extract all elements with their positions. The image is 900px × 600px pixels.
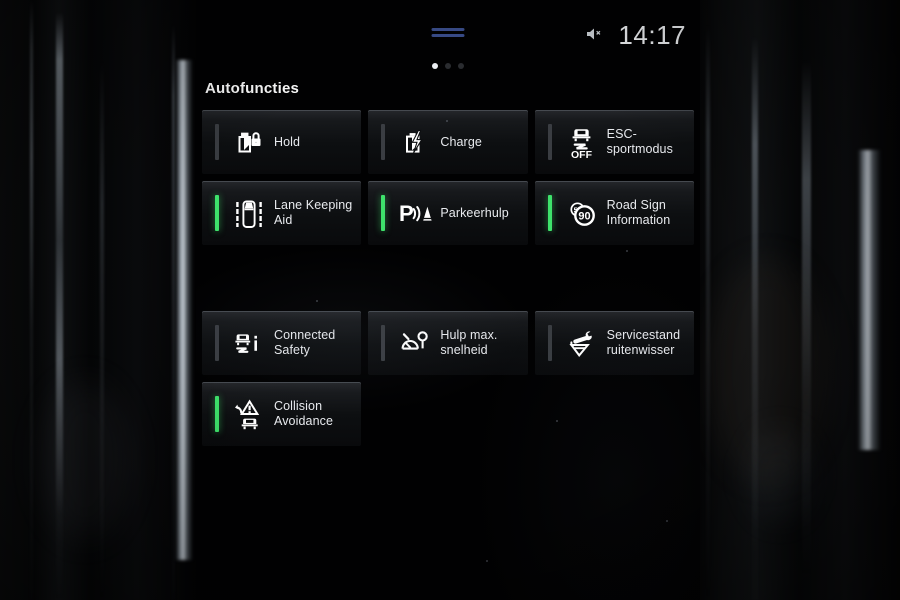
tile-label: Road Sign Information — [606, 198, 671, 227]
tile-label: Hold — [274, 134, 301, 149]
tile-label: Connected Safety — [274, 328, 336, 357]
speaker-mute-icon[interactable] — [586, 27, 602, 41]
tile-label: Charge — [440, 134, 482, 149]
park-assist-icon: P — [395, 193, 435, 233]
status-bar-indicator — [547, 325, 552, 361]
page-dot-1[interactable] — [432, 63, 438, 69]
tile-collision-avoidance[interactable]: Collision Avoidance — [202, 382, 361, 446]
tile-connected-safety[interactable]: Connected Safety — [202, 311, 362, 375]
svg-text:OFF: OFF — [571, 149, 593, 161]
svg-text:P: P — [399, 201, 414, 226]
status-bar-indicator — [215, 396, 219, 432]
clock: 14:17 — [618, 20, 686, 50]
tile-label: Hulp max. snelheid — [440, 328, 498, 357]
tile-parkeerhulp[interactable]: P Parkeerhulp — [368, 181, 528, 245]
tile-lane-keeping-aid[interactable]: Lane Keeping Aid — [202, 181, 362, 245]
tile-label: Parkeerhulp — [440, 205, 509, 220]
collision-avoidance-icon — [229, 394, 269, 434]
tile-hulp-max-snelheid[interactable]: Hulp max. snelheid — [368, 311, 528, 375]
drag-handle-icon[interactable] — [431, 28, 465, 40]
status-bar-indicator — [547, 195, 552, 231]
tile-label: Collision Avoidance — [274, 399, 334, 428]
dashboard-bezel-right — [690, 0, 900, 600]
infotainment-photo: 14:17 Autofuncties Hold Charge OFF ESC-s… — [0, 0, 900, 600]
tile-charge[interactable]: Charge — [368, 110, 528, 174]
wiper-service-icon — [562, 323, 602, 363]
tile-row-3: Connected Safety Hulp max. snelheid Serv… — [202, 311, 694, 375]
esc-off-icon: OFF — [562, 122, 602, 162]
status-bar-indicator — [215, 325, 219, 361]
svg-text:90: 90 — [578, 211, 590, 223]
tile-row-1: Hold Charge OFF ESC-sportmodus — [202, 110, 694, 174]
chrome-trim-left — [176, 60, 192, 560]
road-sign-90-icon: 50 90 — [562, 193, 602, 233]
page-title: Autofuncties — [205, 80, 300, 97]
tile-esc-sportmodus[interactable]: OFF ESC-sportmodus — [534, 110, 694, 174]
page-dot-3[interactable] — [458, 63, 464, 69]
lane-keeping-icon — [229, 193, 269, 233]
tile-road-sign-information[interactable]: 50 90 Road Sign Information — [534, 181, 694, 245]
page-indicator-dots[interactable] — [432, 63, 464, 69]
tile-row-2: Lane Keeping Aid P Parkeerhulp 90 Road S… — [202, 181, 694, 245]
function-tile-grid: Hold Charge OFF ESC-sportmodus Lane Keep… — [202, 110, 694, 453]
tile-servicestand-ruitenwisser[interactable]: Servicestand ruitenwisser — [534, 311, 694, 375]
status-bar-indicator — [381, 195, 386, 231]
tile-label: Lane Keeping Aid — [274, 198, 353, 227]
tile-empty-slot — [368, 382, 528, 446]
battery-lock-icon — [229, 122, 269, 162]
connected-safety-icon — [229, 323, 269, 363]
tile-empty-slot — [535, 382, 695, 446]
speed-limiter-icon — [395, 323, 435, 363]
status-bar-indicator — [215, 195, 219, 231]
status-bar-indicator — [215, 124, 219, 160]
tile-hold[interactable]: Hold — [202, 110, 362, 174]
page-dot-2[interactable] — [445, 63, 451, 69]
chrome-trim-right — [858, 150, 880, 450]
tile-label: ESC-sportmodus — [606, 127, 673, 156]
status-bar: 14:17 — [196, 0, 700, 60]
battery-charge-icon — [395, 122, 435, 162]
dashboard-bezel-left — [0, 0, 196, 600]
tile-label: Servicestand ruitenwisser — [606, 328, 681, 357]
status-bar-indicator — [381, 325, 386, 361]
status-bar-indicator — [381, 124, 386, 160]
infotainment-screen[interactable]: 14:17 Autofuncties Hold Charge OFF ESC-s… — [196, 0, 700, 600]
status-bar-indicator — [547, 124, 552, 160]
tile-row-4: Collision Avoidance — [202, 382, 694, 446]
